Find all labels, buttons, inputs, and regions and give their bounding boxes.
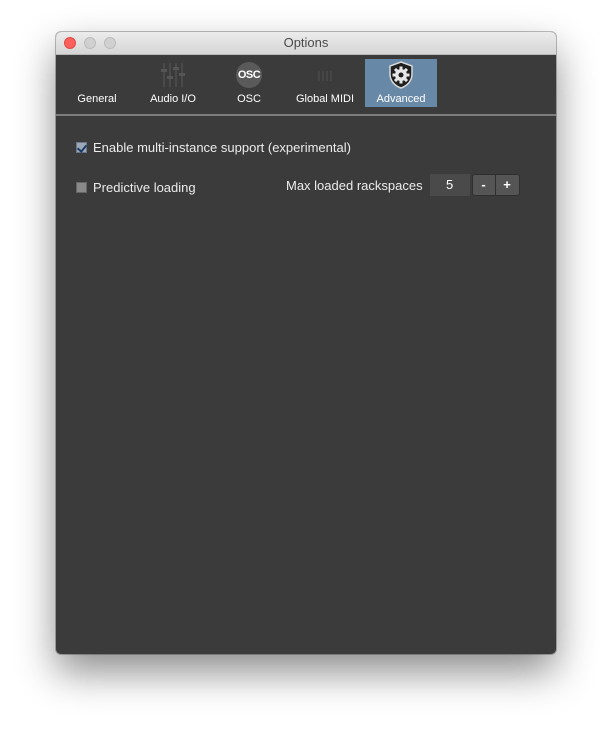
tab-general[interactable]: General <box>70 59 124 107</box>
tab-general-label: General <box>77 93 117 105</box>
minimize-window-button[interactable] <box>84 37 96 49</box>
title-bar: Options <box>56 32 556 55</box>
decrement-button[interactable]: - <box>471 174 496 196</box>
tab-osc[interactable]: OSC OSC <box>222 59 276 107</box>
window-title: Options <box>283 35 329 50</box>
predictive-loading-label: Predictive loading <box>93 180 196 195</box>
zoom-window-button[interactable] <box>104 37 116 49</box>
predictive-loading-row[interactable]: Predictive loading <box>76 180 196 195</box>
tab-audio-io[interactable]: Audio I/O <box>142 59 204 107</box>
multi-instance-row[interactable]: Enable multi-instance support (experimen… <box>76 140 351 155</box>
close-window-button[interactable] <box>64 37 76 49</box>
gear-shield-icon <box>365 61 437 89</box>
tab-osc-label: OSC <box>237 93 261 105</box>
preferences-toolbar: General Audio I/O OSC OSC Global MIDI Ad… <box>56 55 556 116</box>
multi-instance-checkbox[interactable] <box>76 142 87 153</box>
general-icon <box>70 61 124 89</box>
audio-faders-icon <box>142 61 204 89</box>
max-rackspaces-value[interactable]: 5 <box>429 174 470 196</box>
tab-global-midi[interactable]: Global MIDI <box>288 59 362 107</box>
osc-icon: OSC <box>236 62 262 88</box>
predictive-loading-checkbox[interactable] <box>76 182 87 193</box>
tab-advanced[interactable]: Advanced <box>365 59 437 107</box>
tab-advanced-label: Advanced <box>376 93 426 105</box>
multi-instance-label: Enable multi-instance support (experimen… <box>93 140 351 155</box>
max-rackspaces-label: Max loaded rackspaces <box>286 177 423 193</box>
midi-icon <box>288 61 362 89</box>
max-rackspaces-group: Max loaded rackspaces 5 - + <box>286 174 520 196</box>
options-window: Options General Audio I/O OSC OSC Global… <box>56 32 556 654</box>
tab-global-midi-label: Global MIDI <box>295 93 355 105</box>
tab-audio-io-label: Audio I/O <box>150 93 196 105</box>
increment-button[interactable]: + <box>495 174 520 196</box>
